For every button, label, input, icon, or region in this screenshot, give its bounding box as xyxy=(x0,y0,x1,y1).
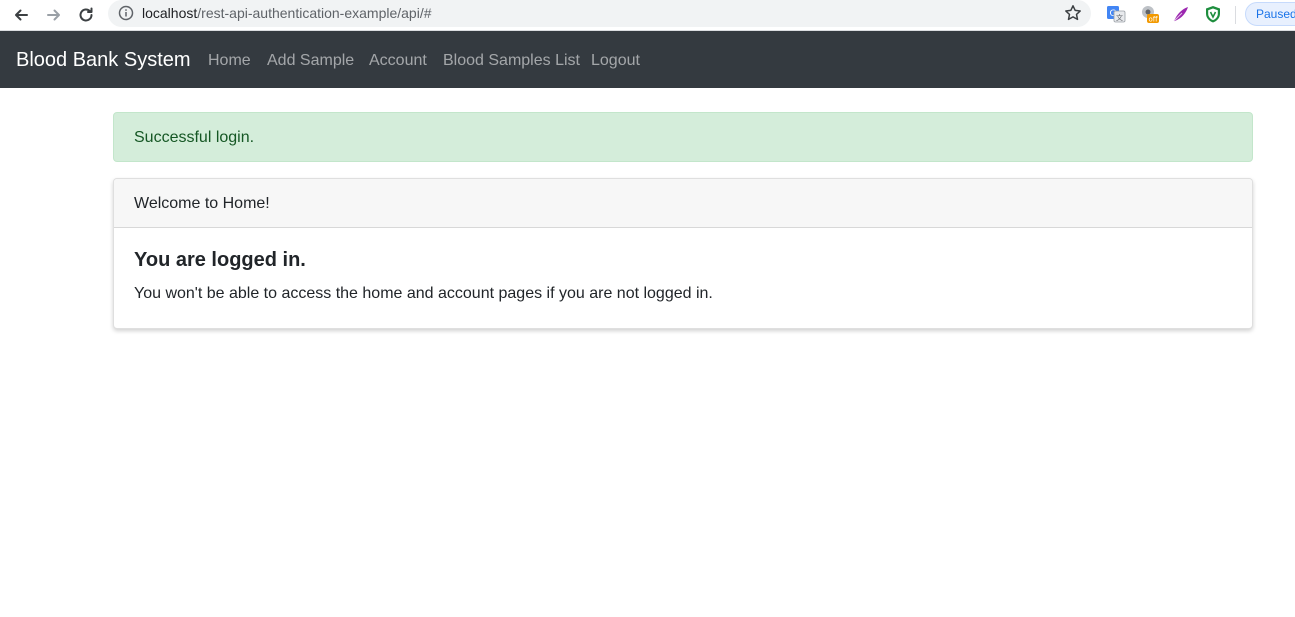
shield-extension-icon[interactable] xyxy=(1203,4,1223,24)
forward-button[interactable] xyxy=(42,3,66,27)
url-path: /rest-api-authentication-example/api/# xyxy=(197,5,432,21)
alert-message: Successful login. xyxy=(134,129,255,146)
nav-link-blood-samples-list[interactable]: Blood Samples List xyxy=(443,51,580,71)
success-alert: Successful login. xyxy=(113,112,1253,162)
toolbar-divider xyxy=(1235,6,1236,24)
card-text: You won't be able to access the home and… xyxy=(134,285,713,302)
nav-link-logout[interactable]: Logout xyxy=(591,51,640,71)
svg-text:文: 文 xyxy=(1116,13,1123,22)
google-translate-icon[interactable]: G 文 xyxy=(1106,4,1126,24)
reload-button[interactable] xyxy=(74,3,98,27)
info-icon[interactable] xyxy=(118,5,134,21)
address-bar[interactable]: localhost/rest-api-authentication-exampl… xyxy=(108,0,1091,27)
url-host: localhost xyxy=(142,5,198,21)
welcome-card: Welcome to Home! You are logged in. You … xyxy=(113,178,1253,329)
extension-off-icon[interactable]: off xyxy=(1139,4,1159,24)
arrow-right-icon xyxy=(47,9,60,21)
svg-text:off: off xyxy=(1148,16,1157,24)
nav-link-add-sample[interactable]: Add Sample xyxy=(267,51,354,71)
card-header: Welcome to Home! xyxy=(114,179,1252,228)
quill-icon[interactable] xyxy=(1171,4,1191,24)
app-navbar: Blood Bank System Home Add Sample Accoun… xyxy=(0,31,1295,88)
back-button[interactable] xyxy=(9,3,33,27)
reload-icon xyxy=(79,7,93,22)
bookmark-star-icon[interactable] xyxy=(1063,3,1083,23)
profile-status-button[interactable]: Paused xyxy=(1245,2,1295,26)
card-body: You are logged in. You won't be able to … xyxy=(114,228,1252,324)
card-title: You are logged in. xyxy=(134,249,306,271)
browser-toolbar: localhost/rest-api-authentication-exampl… xyxy=(0,0,1295,31)
nav-link-home[interactable]: Home xyxy=(208,51,251,71)
url-text[interactable]: localhost/rest-api-authentication-exampl… xyxy=(142,4,432,22)
nav-link-account[interactable]: Account xyxy=(369,51,427,71)
arrow-left-icon xyxy=(15,9,28,21)
brand-link[interactable]: Blood Bank System xyxy=(16,48,191,72)
